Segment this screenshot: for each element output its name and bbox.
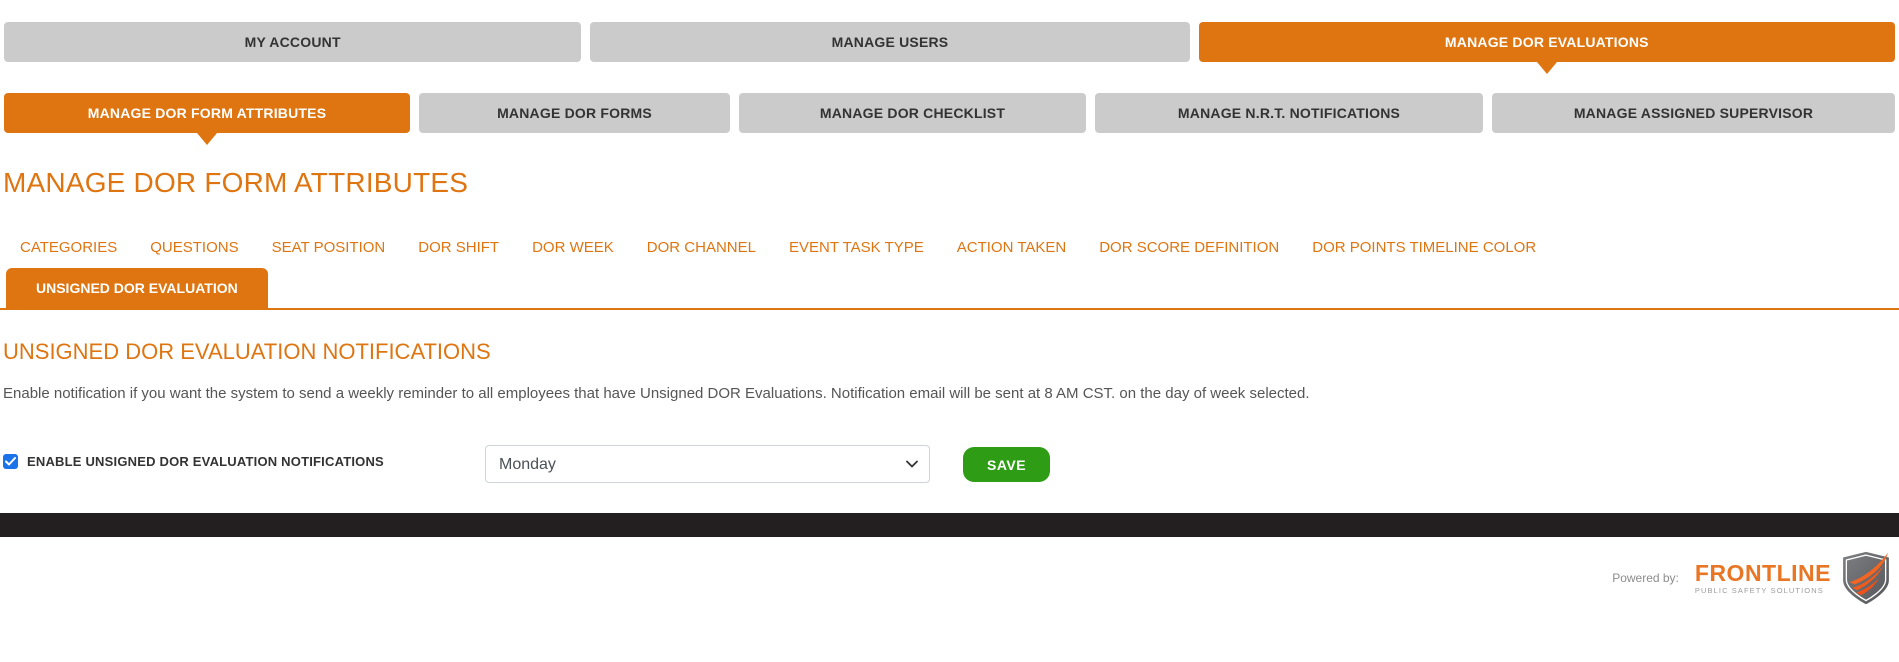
enable-notifications-label[interactable]: ENABLE UNSIGNED DOR EVALUATION NOTIFICAT…: [27, 454, 384, 469]
branding-area: Powered by: FRONTLINE PUBLIC SAFETY SOLU…: [0, 551, 1899, 605]
save-button[interactable]: SAVE: [963, 447, 1051, 482]
tab-link-action-taken[interactable]: ACTION TAKEN: [957, 240, 1066, 256]
nav-manage-dor-checklist[interactable]: MANAGE DOR CHECKLIST: [739, 93, 1086, 133]
tab-link-categories[interactable]: CATEGORIES: [20, 240, 117, 256]
frontline-wordmark: FRONTLINE PUBLIC SAFETY SOLUTIONS: [1694, 559, 1831, 595]
content-section: UNSIGNED DOR EVALUATION NOTIFICATIONS En…: [0, 340, 1899, 483]
brand-name: FRONTLINE: [1694, 559, 1831, 586]
section-heading: UNSIGNED DOR EVALUATION NOTIFICATIONS: [3, 339, 491, 364]
tab-unsigned-dor-evaluation[interactable]: UNSIGNED DOR EVALUATION: [6, 268, 268, 308]
nav-manage-dor-forms[interactable]: MANAGE DOR FORMS: [419, 93, 730, 133]
tab-link-dor-week[interactable]: DOR WEEK: [532, 240, 614, 256]
section-description: Enable notification if you want the syst…: [3, 385, 1310, 402]
nav-manage-assigned-supervisor[interactable]: MANAGE ASSIGNED SUPERVISOR: [1492, 93, 1895, 133]
nav-my-account[interactable]: MY ACCOUNT: [4, 22, 582, 62]
check-icon: [5, 457, 16, 466]
notification-form-row: ENABLE UNSIGNED DOR EVALUATION NOTIFICAT…: [3, 445, 1899, 483]
frontline-shield-logo-icon: [1841, 551, 1891, 605]
day-of-week-select-wrap: Monday: [485, 445, 930, 483]
day-of-week-select[interactable]: Monday: [485, 445, 930, 483]
enable-notifications-checkbox[interactable]: [3, 454, 18, 469]
attribute-tab-links: CATEGORIES QUESTIONS SEAT POSITION DOR S…: [20, 240, 1899, 256]
nav-manage-dor-evaluations[interactable]: MANAGE DOR EVALUATIONS: [1198, 22, 1895, 62]
sub-tab-bar: UNSIGNED DOR EVALUATION: [0, 268, 1899, 310]
tab-link-event-task-type[interactable]: EVENT TASK TYPE: [789, 240, 924, 256]
tab-link-dor-score-definition[interactable]: DOR SCORE DEFINITION: [1099, 240, 1279, 256]
brand-tagline: PUBLIC SAFETY SOLUTIONS: [1694, 585, 1824, 595]
tab-link-questions[interactable]: QUESTIONS: [150, 240, 238, 256]
footer-bar: [0, 513, 1899, 537]
secondary-nav: MANAGE DOR FORM ATTRIBUTES MANAGE DOR FO…: [0, 93, 1899, 133]
nav-manage-users[interactable]: MANAGE USERS: [590, 22, 1190, 62]
enable-notifications-group: ENABLE UNSIGNED DOR EVALUATION NOTIFICAT…: [3, 454, 485, 469]
tab-link-dor-channel[interactable]: DOR CHANNEL: [647, 240, 756, 256]
page-title: MANAGE DOR FORM ATTRIBUTES: [3, 167, 469, 198]
nav-manage-nrt-notifications[interactable]: MANAGE N.R.T. NOTIFICATIONS: [1095, 93, 1483, 133]
powered-by-label: Powered by:: [1612, 571, 1679, 585]
page-root: MY ACCOUNT MANAGE USERS MANAGE DOR EVALU…: [0, 22, 1899, 662]
nav-manage-dor-form-attributes[interactable]: MANAGE DOR FORM ATTRIBUTES: [4, 93, 410, 133]
tab-link-dor-points-timeline-color[interactable]: DOR POINTS TIMELINE COLOR: [1312, 240, 1536, 256]
tab-link-seat-position[interactable]: SEAT POSITION: [272, 240, 386, 256]
primary-nav: MY ACCOUNT MANAGE USERS MANAGE DOR EVALU…: [0, 22, 1899, 62]
tab-link-dor-shift[interactable]: DOR SHIFT: [418, 240, 499, 256]
